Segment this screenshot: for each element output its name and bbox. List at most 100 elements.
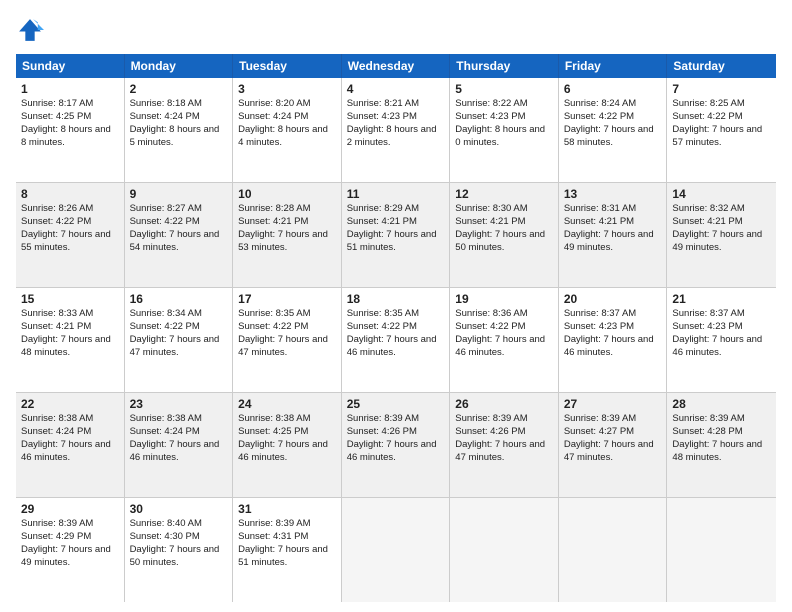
sunrise-text: Sunrise: 8:35 AM xyxy=(238,308,310,319)
daylight-text: Daylight: 7 hours and 46 minutes. xyxy=(455,334,545,358)
sunrise-text: Sunrise: 8:31 AM xyxy=(564,203,636,214)
sunset-text: Sunset: 4:25 PM xyxy=(238,426,308,437)
daylight-text: Daylight: 8 hours and 5 minutes. xyxy=(130,124,220,148)
sunset-text: Sunset: 4:21 PM xyxy=(564,216,634,227)
day-cell-29: 29Sunrise: 8:39 AM Sunset: 4:29 PM Dayligh… xyxy=(16,498,125,602)
empty-cell xyxy=(450,498,559,602)
sunrise-text: Sunrise: 8:32 AM xyxy=(672,203,744,214)
day-cell-23: 23Sunrise: 8:38 AMSunset: 4:24 PMDayligh… xyxy=(125,393,234,497)
daylight-text: Daylight: 7 hours and 49 minutes. xyxy=(564,229,654,253)
day-number: 23 xyxy=(130,396,228,412)
sunset-text: Sunset: 4:24 PM xyxy=(21,426,91,437)
empty-cell xyxy=(342,498,451,602)
daylight-text: Daylight: 7 hours and 50 minutes. xyxy=(130,544,220,568)
daylight-text: Daylight: 7 hours and 51 minutes. xyxy=(347,229,437,253)
daylight-text: Daylight: 7 hours and 46 minutes. xyxy=(672,334,762,358)
day-number: 20 xyxy=(564,291,662,307)
sunrise-text: Sunrise: 8:38 AM xyxy=(130,413,202,424)
sunrise-text: Sunrise: 8:28 AM xyxy=(238,203,310,214)
day-cell-25: 25Sunrise: 8:39 AMSunset: 4:26 PMDayligh… xyxy=(342,393,451,497)
sunrise-text: Sunrise: 8:20 AM xyxy=(238,98,310,109)
daylight-text: Daylight: 8 hours and 4 minutes. xyxy=(238,124,328,148)
day-number: 13 xyxy=(564,186,662,202)
daylight-text: Daylight: 8 hours and 0 minutes. xyxy=(455,124,545,148)
sunset-text: Sunset: 4:23 PM xyxy=(347,111,417,122)
day-number: 22 xyxy=(21,396,119,412)
day-number: 18 xyxy=(347,291,445,307)
day-number: 8 xyxy=(21,186,119,202)
sunrise-text: Sunrise: 8:24 AM xyxy=(564,98,636,109)
daylight-text: Daylight: 7 hours and 49 minutes. xyxy=(672,229,762,253)
sunset-text: Sunset: 4:22 PM xyxy=(455,321,525,332)
sunset-text: Sunset: 4:21 PM xyxy=(672,216,742,227)
header xyxy=(16,16,776,44)
day-cell-19: 19Sunrise: 8:36 AMSunset: 4:22 PMDayligh… xyxy=(450,288,559,392)
sunset-text: Sunset: 4:22 PM xyxy=(347,321,417,332)
sunrise-text: Sunrise: 8:40 AM xyxy=(130,518,202,529)
sunrise-text: Sunrise: 8:38 AM xyxy=(21,413,93,424)
day-cell-2: 2Sunrise: 8:18 AMSunset: 4:24 PMDaylight… xyxy=(125,78,234,182)
day-number: 4 xyxy=(347,81,445,97)
daylight-text: Daylight: 7 hours and 51 minutes. xyxy=(238,544,328,568)
day-cell-16: 16Sunrise: 8:34 AMSunset: 4:22 PMDayligh… xyxy=(125,288,234,392)
calendar-row-4: 22Sunrise: 8:38 AMSunset: 4:24 PMDayligh… xyxy=(16,393,776,498)
sunset-text: Sunset: 4:21 PM xyxy=(238,216,308,227)
calendar: SundayMondayTuesdayWednesdayThursdayFrid… xyxy=(16,54,776,602)
daylight-text: Daylight: 7 hours and 47 minutes. xyxy=(238,334,328,358)
day-header-sunday: Sunday xyxy=(16,54,125,78)
day-cell-11: 11Sunrise: 8:29 AMSunset: 4:21 PMDayligh… xyxy=(342,183,451,287)
sunrise-text: Sunrise: 8:39 AM xyxy=(455,413,527,424)
day-cell-10: 10Sunrise: 8:28 AMSunset: 4:21 PMDayligh… xyxy=(233,183,342,287)
daylight-text: Daylight: 7 hours and 46 minutes. xyxy=(347,439,437,463)
day-cell-13: 13Sunrise: 8:31 AM Sunset: 4:21 PM Dayligh… xyxy=(559,183,668,287)
sunrise-text: Sunrise: 8:22 AM xyxy=(455,98,527,109)
day-number: 10 xyxy=(238,186,336,202)
daylight-text: Daylight: 7 hours and 55 minutes. xyxy=(21,229,111,253)
sunset-text: Sunset: 4:24 PM xyxy=(130,111,200,122)
day-number: 26 xyxy=(455,396,553,412)
day-cell-21: 21Sunrise: 8:37 AMSunset: 4:23 PMDayligh… xyxy=(667,288,776,392)
sunset-text: Sunset: 4:25 PM xyxy=(21,111,91,122)
sunset-text: Sunset: 4:22 PM xyxy=(130,321,200,332)
sunset-text: Sunset: 4:30 PM xyxy=(130,531,200,542)
day-cell-31: 31Sunrise: 8:39 AMSunset: 4:31 PMDayligh… xyxy=(233,498,342,602)
day-cell-8: 8Sunrise: 8:26 AMSunset: 4:22 PMDaylight… xyxy=(16,183,125,287)
daylight-text: Daylight: 7 hours and 46 minutes. xyxy=(238,439,328,463)
day-number: 5 xyxy=(455,81,553,97)
day-header-saturday: Saturday xyxy=(667,54,776,78)
day-cell-12: 12Sunrise: 8:30 AMSunset: 4:21 PMDayligh… xyxy=(450,183,559,287)
day-cell-20: 20Sunrise: 8:37 AMSunset: 4:23 PMDayligh… xyxy=(559,288,668,392)
sunrise-text: Sunrise: 8:39 AM xyxy=(21,518,93,529)
empty-cell xyxy=(559,498,668,602)
day-number: 11 xyxy=(347,186,445,202)
day-number: 28 xyxy=(672,396,771,412)
sunset-text: Sunset: 4:29 PM xyxy=(21,531,91,542)
day-cell-14: 14Sunrise: 8:32 AMSunset: 4:21 PMDayligh… xyxy=(667,183,776,287)
day-header-thursday: Thursday xyxy=(450,54,559,78)
day-number: 30 xyxy=(130,501,228,517)
daylight-text: Daylight: 7 hours and 46 minutes. xyxy=(130,439,220,463)
daylight-text: Daylight: 7 hours and 58 minutes. xyxy=(564,124,654,148)
sunset-text: Sunset: 4:23 PM xyxy=(564,321,634,332)
day-header-wednesday: Wednesday xyxy=(342,54,451,78)
day-number: 9 xyxy=(130,186,228,202)
daylight-text: Daylight: 7 hours and 46 minutes. xyxy=(21,439,111,463)
day-cell-22: 22Sunrise: 8:38 AM Sunset: 4:24 PM Dayligh… xyxy=(16,393,125,497)
daylight-text: Daylight: 7 hours and 50 minutes. xyxy=(455,229,545,253)
daylight-text: Daylight: 7 hours and 49 minutes. xyxy=(21,544,111,568)
day-number: 19 xyxy=(455,291,553,307)
day-cell-27: 27Sunrise: 8:39 AMSunset: 4:27 PMDayligh… xyxy=(559,393,668,497)
day-header-tuesday: Tuesday xyxy=(233,54,342,78)
sunrise-text: Sunrise: 8:33 AM xyxy=(21,308,93,319)
sunrise-text: Sunrise: 8:29 AM xyxy=(347,203,419,214)
sunset-text: Sunset: 4:22 PM xyxy=(564,111,634,122)
day-number: 12 xyxy=(455,186,553,202)
day-number: 29 xyxy=(21,501,119,517)
sunset-text: Sunset: 4:22 PM xyxy=(238,321,308,332)
sunrise-text: Sunrise: 8:39 AM xyxy=(672,413,744,424)
daylight-text: Daylight: 7 hours and 48 minutes. xyxy=(672,439,762,463)
sunset-text: Sunset: 4:26 PM xyxy=(455,426,525,437)
sunset-text: Sunset: 4:28 PM xyxy=(672,426,742,437)
logo-icon xyxy=(16,16,44,44)
sunrise-text: Sunrise: 8:34 AM xyxy=(130,308,202,319)
